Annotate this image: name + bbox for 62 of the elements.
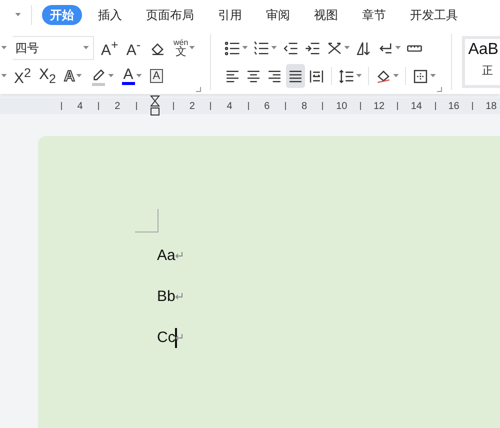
caret-icon[interactable] <box>108 74 114 78</box>
style-sample[interactable]: AaB <box>468 41 498 59</box>
format-glyph[interactable]: A$^{-}$ <box>126 38 141 58</box>
paragraph-mark-icon <box>175 252 184 259</box>
caret-icon[interactable] <box>344 46 350 50</box>
ruler-number: 2 <box>114 100 122 112</box>
dialog-launcher-icon[interactable] <box>196 87 202 92</box>
ribbon-tab[interactable]: 引用 <box>218 5 242 25</box>
paragraph-mark-icon <box>175 334 184 341</box>
dialog-launcher-icon[interactable] <box>437 87 442 92</box>
paragraph-text: Aa <box>157 247 176 264</box>
caret-icon[interactable] <box>1 74 7 78</box>
ruler-number: 12 <box>372 100 386 112</box>
numbered-list-icon[interactable] <box>253 40 270 56</box>
ribbon-tab[interactable]: 插入 <box>98 5 122 25</box>
ruler-number: 16 <box>447 100 460 112</box>
caret-icon[interactable] <box>356 74 362 78</box>
paragraph-text: Cc <box>157 329 176 346</box>
paragraph-mark-icon <box>175 293 184 300</box>
ribbon-tab[interactable]: 审阅 <box>266 5 290 25</box>
caret-icon[interactable] <box>136 74 142 78</box>
style-gallery[interactable]: AaB 正 <box>462 36 500 88</box>
ribbon-tab[interactable]: 章节 <box>362 5 386 25</box>
ribbon-tab[interactable]: 视图 <box>314 5 338 25</box>
bullet-list-icon[interactable] <box>224 40 242 56</box>
ribbon-tab[interactable]: 开发工具 <box>410 5 458 25</box>
ruler-number: 4 <box>76 100 84 112</box>
caret-icon[interactable] <box>189 46 196 50</box>
caret-icon[interactable] <box>430 74 436 78</box>
ruler-number: 18 <box>484 100 498 112</box>
caret-icon[interactable] <box>242 46 248 50</box>
caret-icon[interactable] <box>1 46 7 50</box>
caret-icon[interactable] <box>271 46 278 50</box>
text-effect-glyph[interactable]: A <box>64 68 75 84</box>
distribute-icon[interactable] <box>308 68 326 84</box>
character-border-glyph[interactable]: A <box>150 69 164 83</box>
font-size-field[interactable]: 四号 <box>13 36 94 60</box>
format-glyph[interactable]: A$^{+}$ <box>101 38 118 58</box>
style-name[interactable]: 正 <box>482 63 494 78</box>
caret-icon[interactable] <box>83 46 89 50</box>
line-spacing-icon[interactable] <box>338 68 356 84</box>
format-glyph[interactable]: X$_{2}$ <box>38 66 56 86</box>
paragraph-text: Bb <box>157 288 176 305</box>
caret-icon[interactable] <box>76 74 82 78</box>
ruler-number: 10 <box>335 100 348 112</box>
phonetic-guide-glyph[interactable]: wén 文 <box>174 38 188 58</box>
borders-icon[interactable] <box>412 68 430 84</box>
ruler-number: 14 <box>410 100 423 112</box>
caret-icon[interactable] <box>393 74 400 78</box>
indent-marker-icon[interactable] <box>150 95 160 117</box>
ruler-number: 2 <box>188 100 196 112</box>
ruler-number: 6 <box>263 100 271 112</box>
ribbon-tab[interactable]: 页面布局 <box>146 5 194 25</box>
font-color-glyph[interactable]: A <box>123 67 134 82</box>
ruler-number: 8 <box>300 100 308 112</box>
format-glyph[interactable]: X$^{2}$ <box>14 66 31 86</box>
ruler-number: 4 <box>226 100 234 112</box>
caret-icon[interactable] <box>395 46 402 50</box>
sort-icon[interactable] <box>355 40 372 56</box>
caret-icon[interactable] <box>15 13 21 17</box>
text-cursor <box>175 328 178 348</box>
margin-corner-mark <box>135 209 159 233</box>
